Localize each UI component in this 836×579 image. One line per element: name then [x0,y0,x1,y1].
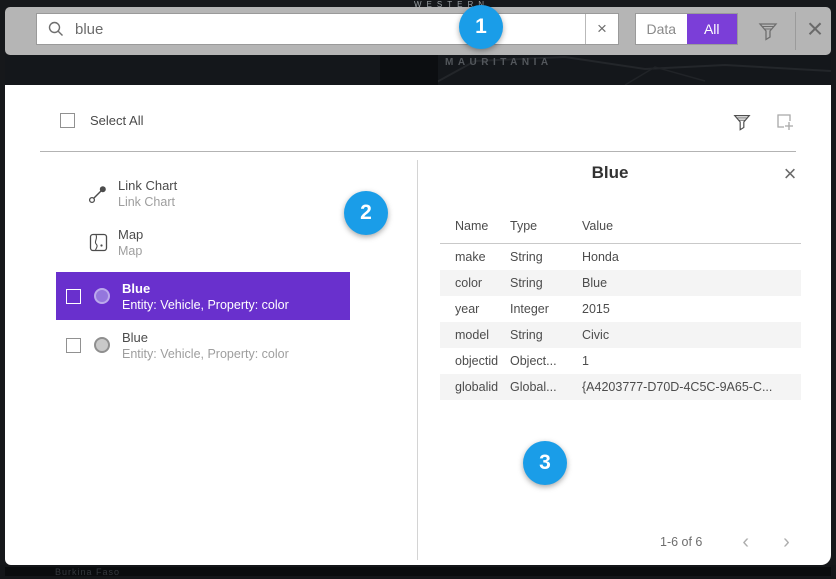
result-title: Link Chart [118,178,177,193]
toolbar-divider [795,12,796,50]
data-all-toggle: Data All [635,13,738,45]
close-search-icon[interactable]: × [799,13,831,45]
results-panel: Select All Link Chart Link Chart Map [5,85,831,565]
entity-circle-icon [91,288,113,304]
attribute-table: Name Type Value make String Honda color … [440,213,801,400]
annotation-step-1: 1 [459,5,503,49]
result-subtitle: Map [118,244,143,258]
column-name: Name [440,219,510,233]
search-icon [37,20,75,38]
column-value: Value [582,219,801,233]
cell-value: Civic [582,328,801,342]
result-item-map[interactable]: Map Map [87,227,143,258]
prev-page-icon[interactable]: ‹ [742,535,749,549]
map-label-western: WESTERN [414,0,514,9]
table-row: color String Blue [440,270,801,296]
cell-name: color [440,276,510,290]
cell-type: Integer [510,302,582,316]
result-title: Blue [122,330,289,345]
map-label-burkina-faso: Burkina Faso [55,567,175,577]
cell-name: objectid [440,354,510,368]
entity-circle-icon [91,337,113,353]
select-all-checkbox[interactable] [60,113,75,128]
cell-value: 1 [582,354,801,368]
toggle-data-option[interactable]: Data [636,14,687,44]
cell-type: Global... [510,380,582,394]
result-text: Blue Entity: Vehicle, Property: color [122,330,289,361]
result-item-blue[interactable]: Blue Entity: Vehicle, Property: color [56,323,350,367]
column-type: Type [510,219,582,233]
map-label-mauritania: MAURITANIA [445,57,553,68]
cell-type: String [510,250,582,264]
annotation-step-3: 3 [523,441,567,485]
detail-title: Blue [445,163,775,183]
panel-filter-icon[interactable] [732,112,752,132]
list-detail-divider [417,160,418,560]
map-land-patch [380,55,438,85]
table-row: globalid Global... {A4203777-D70D-4C5C-9… [440,374,801,400]
cell-type: Object... [510,354,582,368]
toggle-all-option[interactable]: All [687,14,738,44]
result-subtitle: Entity: Vehicle, Property: color [122,298,289,312]
result-text: Blue Entity: Vehicle, Property: color [122,281,289,312]
select-all-row: Select All [60,113,143,128]
detail-close-icon[interactable]: × [777,161,803,187]
cell-name: model [440,328,510,342]
cell-value: Blue [582,276,801,290]
table-row: objectid Object... 1 [440,348,801,374]
cell-value: {A4203777-D70D-4C5C-9A65-C... [582,380,801,394]
result-checkbox[interactable] [66,338,81,353]
cell-name: year [440,302,510,316]
select-all-label: Select All [90,113,143,128]
filter-icon[interactable] [757,20,779,42]
panel-divider [40,151,796,152]
add-to-selection-icon[interactable] [775,112,795,132]
search-input[interactable] [75,21,585,38]
link-chart-icon [87,184,109,204]
map-strip [5,55,831,85]
app-window: WESTERN MAURITANIA Burkina Faso × Data A… [0,0,836,579]
map-icon [87,233,109,252]
search-toolbar: × Data All × [5,7,831,55]
result-subtitle: Entity: Vehicle, Property: color [122,347,289,361]
annotation-step-2: 2 [344,191,388,235]
cell-name: make [440,250,510,264]
pagination-label: 1-6 of 6 [660,535,702,549]
cell-name: globalid [440,380,510,394]
pagination: 1-6 of 6 ‹ › [565,535,801,549]
next-page-icon[interactable]: › [783,535,790,549]
result-title: Blue [122,281,289,296]
result-item-link-chart[interactable]: Link Chart Link Chart [87,178,177,209]
result-text: Map Map [118,227,143,258]
result-text: Link Chart Link Chart [118,178,177,209]
table-header: Name Type Value [440,213,801,243]
table-row: year Integer 2015 [440,296,801,322]
search-box: × [36,13,619,45]
clear-search-button[interactable]: × [586,14,618,44]
cell-type: String [510,276,582,290]
result-title: Map [118,227,143,242]
table-row: model String Civic [440,322,801,348]
table-row: make String Honda [440,244,801,270]
cell-type: String [510,328,582,342]
cell-value: 2015 [582,302,801,316]
result-subtitle: Link Chart [118,195,177,209]
result-checkbox[interactable] [66,289,81,304]
cell-value: Honda [582,250,801,264]
result-item-blue-selected[interactable]: Blue Entity: Vehicle, Property: color [56,272,350,320]
